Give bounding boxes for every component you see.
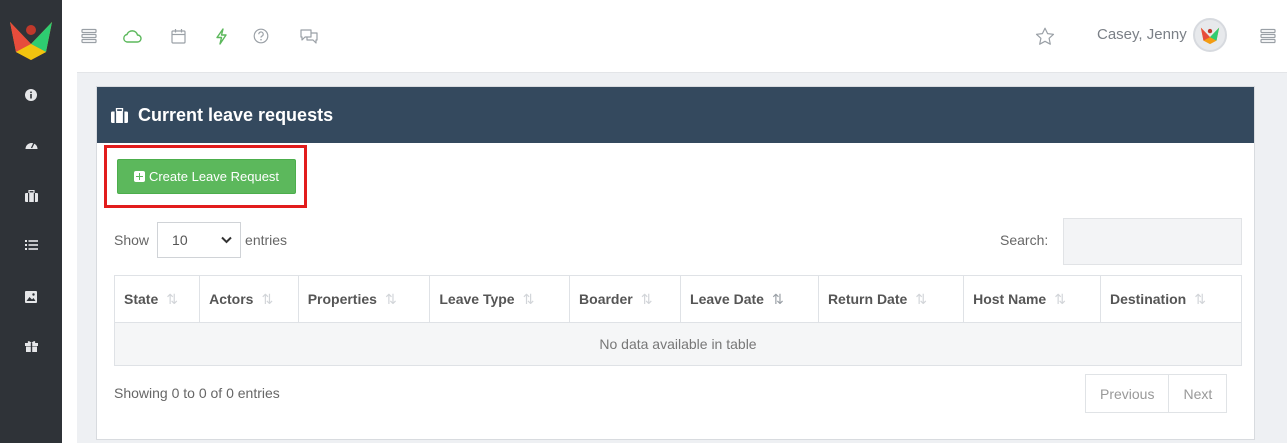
sort-icon: ⇅ (640, 290, 653, 307)
length-control: Show 10 entries (114, 222, 287, 258)
gift-icon[interactable] (20, 335, 42, 357)
entries-select-value: 10 (172, 232, 188, 248)
table-row: No data available in table (114, 322, 1242, 366)
bolt-icon[interactable] (210, 25, 232, 47)
sort-icon: ⇅ (166, 290, 178, 307)
column-header-leave-date[interactable]: Leave Date ⇅ (680, 275, 819, 323)
sort-icon: ⇅ (384, 290, 397, 307)
cloud-icon[interactable] (121, 25, 143, 47)
plus-square-icon (133, 171, 145, 182)
menu-icon[interactable] (78, 25, 100, 47)
entries-select[interactable]: 10 (157, 222, 242, 258)
help-icon[interactable] (250, 25, 272, 47)
leave-requests-table: State ⇅ Actors ⇅ Properties ⇅ Leave Type ⇅ B… (113, 275, 1243, 366)
panel-header: Current leave requests (97, 87, 1254, 143)
chat-icon[interactable] (298, 25, 320, 47)
highlight-box: Create Leave Request (104, 145, 307, 208)
panel-title: Current leave requests (138, 104, 334, 125)
info-icon[interactable] (20, 84, 42, 106)
search-input[interactable] (1063, 218, 1242, 265)
column-header-host-name[interactable]: Host Name ⇅ (963, 275, 1101, 323)
column-header-actors[interactable]: Actors ⇅ (199, 275, 299, 323)
table-header-row: State ⇅ Actors ⇅ Properties ⇅ Leave Type ⇅ B… (113, 275, 1243, 323)
briefcase-icon (111, 107, 128, 123)
star-icon[interactable] (1034, 25, 1056, 47)
sort-icon: ⇅ (1194, 290, 1206, 307)
column-header-state[interactable]: State ⇅ (113, 275, 201, 323)
list-icon[interactable] (20, 234, 42, 256)
column-header-leave-type[interactable]: Leave Type ⇅ (429, 275, 571, 323)
app-logo[interactable] (8, 16, 54, 62)
content-gutter (62, 72, 77, 443)
chevron-down-icon (221, 236, 232, 244)
column-header-properties[interactable]: Properties ⇅ (297, 275, 431, 323)
create-leave-request-button[interactable]: Create Leave Request (117, 159, 296, 194)
calendar-icon[interactable] (167, 25, 189, 47)
next-button[interactable]: Next (1168, 375, 1227, 412)
avatar[interactable] (1193, 18, 1227, 52)
dashboard-icon[interactable] (20, 134, 42, 156)
column-header-destination[interactable]: Destination ⇅ (1099, 275, 1243, 323)
column-header-boarder[interactable]: Boarder ⇅ (569, 275, 682, 323)
search-label: Search: (1000, 232, 1049, 248)
user-name[interactable]: Casey, Jenny (1097, 26, 1187, 43)
sidebar (0, 0, 62, 443)
sort-icon: ⇅ (522, 290, 535, 307)
sort-icon: ⇅ (915, 290, 928, 307)
pagination: Previous Next (1085, 374, 1228, 413)
empty-message: No data available in table (114, 322, 1242, 366)
previous-button[interactable]: Previous (1086, 375, 1169, 412)
menu-icon[interactable] (1257, 25, 1279, 47)
column-header-return-date[interactable]: Return Date ⇅ (817, 275, 965, 323)
sort-icon: ⇅ (261, 290, 274, 307)
show-label: Show (114, 232, 150, 248)
sort-icon: ⇅ (1054, 290, 1066, 307)
entries-label: entries (245, 232, 288, 248)
table-info: Showing 0 to 0 of 0 entries (114, 385, 280, 401)
image-icon[interactable] (20, 286, 42, 308)
create-button-label: Create Leave Request (148, 169, 280, 184)
briefcase-icon[interactable] (20, 185, 42, 207)
top-bar: Casey, Jenny (62, 0, 1287, 73)
sort-ascending-icon: ⇅ (771, 290, 784, 307)
